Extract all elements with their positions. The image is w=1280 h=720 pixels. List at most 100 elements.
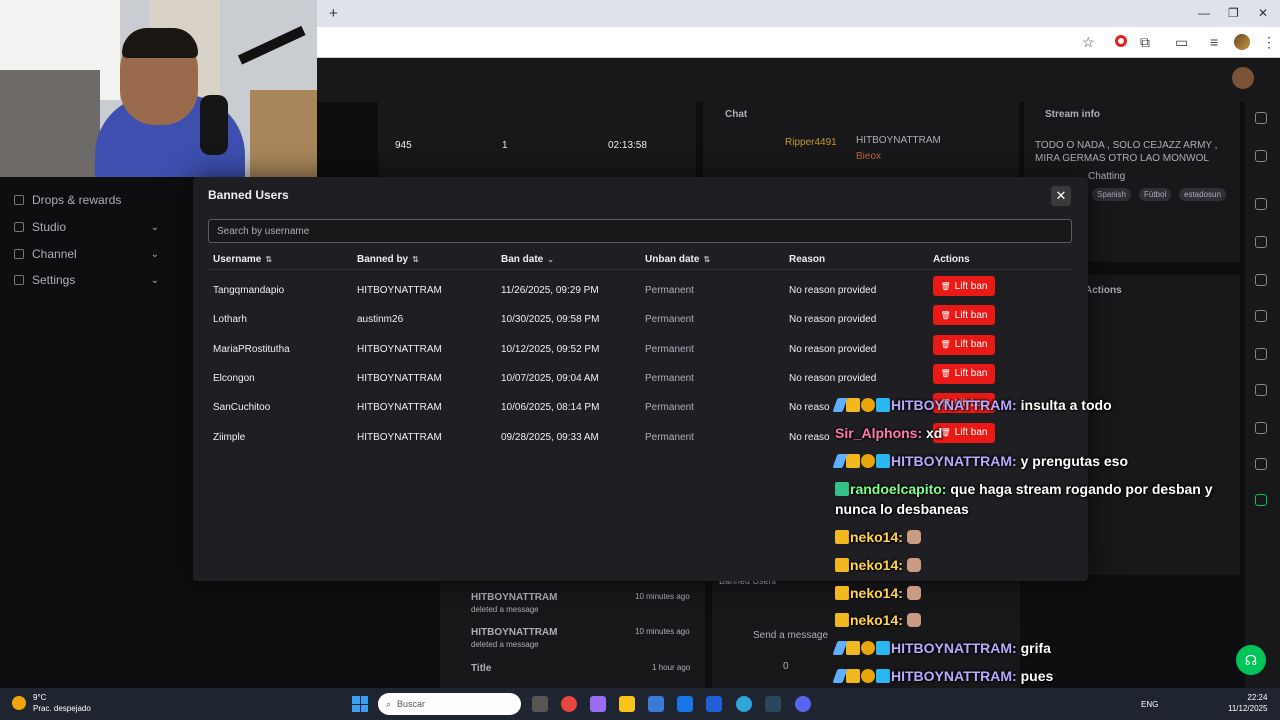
overlay-username: HITBOYNATTRAM: bbox=[891, 668, 1017, 684]
overlay-username: HITBOYNATTRAM: bbox=[891, 640, 1017, 656]
clock[interactable]: 22:24 11/12/2025 bbox=[1228, 692, 1267, 714]
chat-bubble-icon[interactable] bbox=[1255, 310, 1267, 322]
file-explorer-icon[interactable] bbox=[619, 696, 635, 712]
search-input[interactable] bbox=[208, 219, 1072, 243]
lift-ban-button[interactable]: 🗑 Lift ban bbox=[933, 276, 995, 296]
chevron-down-icon: ⌄ bbox=[150, 274, 159, 286]
activity-time: 1 hour ago bbox=[652, 663, 691, 672]
wrench-icon[interactable] bbox=[1255, 422, 1267, 434]
crown-badge-icon bbox=[835, 613, 849, 627]
bookmark-star-icon[interactable]: ☆ bbox=[1082, 34, 1095, 51]
cell-ban-date: 10/06/2025, 08:14 PM bbox=[501, 402, 600, 414]
cell-banned-by: austinm26 bbox=[357, 314, 404, 326]
cell-ban-date: 11/26/2025, 09:29 PM bbox=[501, 285, 599, 296]
column-banned-by[interactable]: Banned by ⇅ bbox=[357, 254, 419, 265]
cell-banned-by: HITBOYNATTRAM bbox=[357, 402, 442, 414]
lift-ban-button[interactable]: 🗑 Lift ban bbox=[933, 334, 995, 355]
column-reason: Reason bbox=[789, 254, 826, 265]
edit-icon[interactable] bbox=[1255, 150, 1267, 162]
discord-icon[interactable] bbox=[795, 696, 811, 712]
column-ban-date[interactable]: Ban date ⌄ bbox=[501, 254, 554, 265]
close-icon[interactable]: ✕ bbox=[1051, 186, 1071, 206]
new-tab-button[interactable]: + bbox=[329, 5, 338, 22]
microphone-icon bbox=[200, 95, 228, 155]
overlay-username: neko14: bbox=[850, 612, 903, 628]
media-icon[interactable]: ≡ bbox=[1210, 34, 1218, 50]
cell-reason: No reason provided bbox=[789, 285, 877, 296]
minimize-icon[interactable]: — bbox=[1198, 6, 1210, 20]
sidebar-item-drops[interactable]: Drops & rewards bbox=[14, 193, 159, 207]
stream-timer: 02:13:58 bbox=[608, 140, 647, 151]
overlay-chat-line: neko14: bbox=[835, 583, 1255, 603]
sidebar-item-studio[interactable]: Studio ⌄ bbox=[14, 220, 159, 234]
time: 22:24 bbox=[1247, 693, 1268, 702]
weather-widget[interactable]: 9°C Prac. despejado bbox=[33, 692, 91, 714]
apps-icon[interactable] bbox=[1255, 458, 1267, 470]
menu-kebab-icon[interactable]: ⋮ bbox=[1262, 34, 1276, 51]
bed-shape bbox=[0, 70, 100, 177]
steam-icon[interactable] bbox=[765, 696, 781, 712]
close-window-icon[interactable]: ✕ bbox=[1258, 6, 1268, 20]
overlay-username: Sir_Alphons: bbox=[835, 425, 923, 441]
cell-reason: No reason provided bbox=[789, 314, 877, 326]
column-label: Unban date bbox=[645, 254, 700, 265]
profile-avatar[interactable] bbox=[1234, 34, 1250, 50]
column-unban-date[interactable]: Unban date ⇅ bbox=[645, 254, 710, 265]
copilot-icon[interactable] bbox=[590, 696, 606, 712]
overlay-message: xd bbox=[926, 425, 943, 441]
cube-badge-icon bbox=[876, 454, 890, 468]
green-action-icon[interactable] bbox=[1255, 494, 1267, 506]
windows-taskbar: 9°C Prac. despejado ⌕ Buscar ENG 22:24 1… bbox=[0, 688, 1280, 720]
column-label: Username bbox=[213, 254, 262, 265]
language-indicator[interactable]: ENG bbox=[1141, 699, 1158, 710]
info-icon[interactable] bbox=[1255, 112, 1267, 124]
lift-ban-button[interactable]: 🗑 Lift ban bbox=[933, 305, 995, 326]
user-avatar[interactable] bbox=[1232, 67, 1254, 89]
column-username[interactable]: Username ⇅ bbox=[213, 254, 272, 265]
broadcast-icon[interactable] bbox=[1255, 348, 1267, 360]
grid-badge-icon bbox=[835, 482, 849, 496]
weather-sun-icon bbox=[12, 696, 26, 710]
cast-icon[interactable]: ▭ bbox=[1175, 34, 1188, 51]
lightning-icon[interactable] bbox=[1255, 236, 1267, 248]
studio-icon bbox=[14, 222, 24, 232]
crown-badge-icon bbox=[846, 398, 860, 412]
chat-username: HITBOYNATTRAM bbox=[856, 135, 941, 146]
crown-badge-icon bbox=[846, 454, 860, 468]
outlook-icon[interactable] bbox=[677, 696, 693, 712]
send-message-input[interactable]: Send a message bbox=[753, 630, 828, 641]
clipboard-icon[interactable] bbox=[1255, 274, 1267, 286]
opera-extension-icon[interactable] bbox=[1115, 35, 1127, 47]
trash-icon: 🗑 bbox=[940, 340, 951, 350]
extensions-icon[interactable]: ⧉ bbox=[1140, 34, 1150, 51]
focus-icon[interactable] bbox=[1255, 198, 1267, 210]
chrome-icon[interactable] bbox=[561, 696, 577, 712]
cell-unban-date: Permanent bbox=[645, 431, 694, 443]
crown-badge-icon bbox=[835, 530, 849, 544]
overlay-username: randoelcapito: bbox=[850, 481, 947, 497]
lift-ban-button[interactable]: 🗑 Lift ban bbox=[933, 363, 995, 384]
layout-icon[interactable] bbox=[1255, 384, 1267, 396]
cube-badge-icon bbox=[876, 669, 890, 683]
sort-icon: ⇅ bbox=[265, 255, 273, 264]
streamer-hair bbox=[122, 28, 198, 58]
task-view-icon[interactable] bbox=[532, 696, 548, 712]
windows-start-icon[interactable] bbox=[352, 696, 368, 712]
support-chat-icon[interactable]: ☊ bbox=[1236, 645, 1266, 675]
sidebar-item-channel[interactable]: Channel ⌄ bbox=[14, 247, 159, 261]
table-row: Tangqmandapio HITBOYNATTRAM 11/26/2025, 09… bbox=[208, 276, 1072, 305]
overlay-chat-line: neko14: bbox=[835, 610, 1255, 630]
overlay-chat-line: Sir_Alphons: xd bbox=[835, 423, 1255, 443]
emote-icon bbox=[906, 530, 921, 544]
cell-username: MariaPRostitutha bbox=[213, 343, 290, 355]
sidebar-item-settings[interactable]: Settings ⌄ bbox=[14, 273, 159, 287]
counter-value: 0 bbox=[783, 661, 789, 672]
dropbox-icon[interactable] bbox=[706, 696, 722, 712]
store-icon[interactable] bbox=[648, 696, 664, 712]
restore-icon[interactable]: ❐ bbox=[1228, 6, 1239, 20]
edge-icon[interactable] bbox=[736, 696, 752, 712]
stream-info-title: Stream info bbox=[1045, 109, 1101, 120]
taskbar-search[interactable]: ⌕ Buscar bbox=[378, 693, 521, 715]
emote-icon bbox=[906, 613, 921, 627]
sort-desc-icon: ⌄ bbox=[547, 255, 554, 264]
